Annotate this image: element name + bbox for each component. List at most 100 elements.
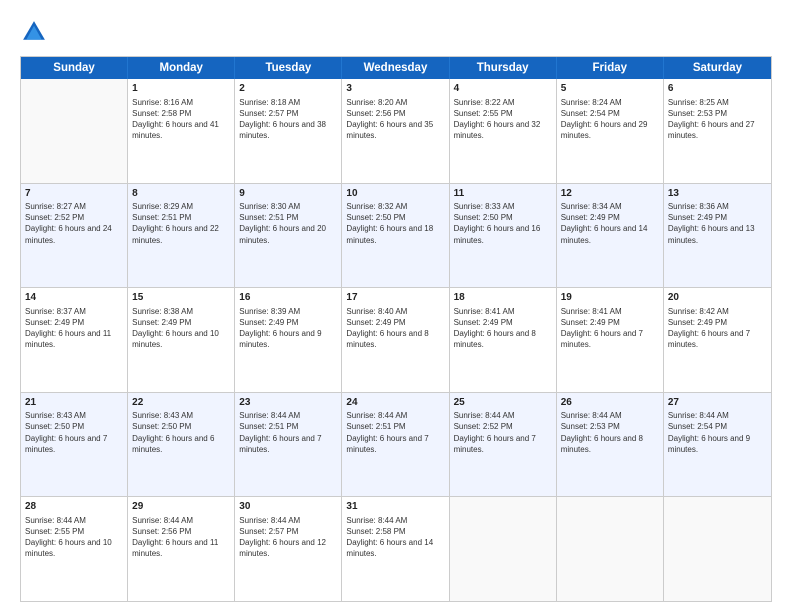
day-sun-info: Sunrise: 8:44 AM Sunset: 2:54 PM Dayligh…: [668, 410, 767, 455]
cal-cell-empty: [21, 79, 128, 183]
calendar-week-3: 14Sunrise: 8:37 AM Sunset: 2:49 PM Dayli…: [21, 288, 771, 393]
day-sun-info: Sunrise: 8:43 AM Sunset: 2:50 PM Dayligh…: [25, 410, 123, 455]
day-sun-info: Sunrise: 8:34 AM Sunset: 2:49 PM Dayligh…: [561, 201, 659, 246]
cal-cell-empty: [557, 497, 664, 601]
cal-cell-day-7: 7Sunrise: 8:27 AM Sunset: 2:52 PM Daylig…: [21, 184, 128, 288]
day-number: 17: [346, 291, 444, 305]
day-sun-info: Sunrise: 8:24 AM Sunset: 2:54 PM Dayligh…: [561, 97, 659, 142]
cal-cell-day-28: 28Sunrise: 8:44 AM Sunset: 2:55 PM Dayli…: [21, 497, 128, 601]
cal-cell-day-14: 14Sunrise: 8:37 AM Sunset: 2:49 PM Dayli…: [21, 288, 128, 392]
cal-cell-day-10: 10Sunrise: 8:32 AM Sunset: 2:50 PM Dayli…: [342, 184, 449, 288]
day-sun-info: Sunrise: 8:41 AM Sunset: 2:49 PM Dayligh…: [561, 306, 659, 351]
day-sun-info: Sunrise: 8:44 AM Sunset: 2:51 PM Dayligh…: [346, 410, 444, 455]
day-sun-info: Sunrise: 8:30 AM Sunset: 2:51 PM Dayligh…: [239, 201, 337, 246]
day-number: 30: [239, 500, 337, 514]
page: SundayMondayTuesdayWednesdayThursdayFrid…: [0, 0, 792, 612]
day-sun-info: Sunrise: 8:36 AM Sunset: 2:49 PM Dayligh…: [668, 201, 767, 246]
day-number: 18: [454, 291, 552, 305]
day-sun-info: Sunrise: 8:41 AM Sunset: 2:49 PM Dayligh…: [454, 306, 552, 351]
cal-cell-day-12: 12Sunrise: 8:34 AM Sunset: 2:49 PM Dayli…: [557, 184, 664, 288]
cal-cell-day-3: 3Sunrise: 8:20 AM Sunset: 2:56 PM Daylig…: [342, 79, 449, 183]
day-number: 24: [346, 396, 444, 410]
day-number: 12: [561, 187, 659, 201]
calendar-week-4: 21Sunrise: 8:43 AM Sunset: 2:50 PM Dayli…: [21, 393, 771, 498]
day-number: 2: [239, 82, 337, 96]
day-number: 15: [132, 291, 230, 305]
day-sun-info: Sunrise: 8:33 AM Sunset: 2:50 PM Dayligh…: [454, 201, 552, 246]
day-number: 3: [346, 82, 444, 96]
cal-cell-day-30: 30Sunrise: 8:44 AM Sunset: 2:57 PM Dayli…: [235, 497, 342, 601]
cal-cell-day-23: 23Sunrise: 8:44 AM Sunset: 2:51 PM Dayli…: [235, 393, 342, 497]
calendar-week-1: 1Sunrise: 8:16 AM Sunset: 2:58 PM Daylig…: [21, 79, 771, 184]
day-sun-info: Sunrise: 8:44 AM Sunset: 2:58 PM Dayligh…: [346, 515, 444, 560]
day-number: 26: [561, 396, 659, 410]
day-sun-info: Sunrise: 8:25 AM Sunset: 2:53 PM Dayligh…: [668, 97, 767, 142]
day-number: 5: [561, 82, 659, 96]
cal-cell-day-16: 16Sunrise: 8:39 AM Sunset: 2:49 PM Dayli…: [235, 288, 342, 392]
day-number: 27: [668, 396, 767, 410]
cal-cell-day-18: 18Sunrise: 8:41 AM Sunset: 2:49 PM Dayli…: [450, 288, 557, 392]
cal-cell-day-6: 6Sunrise: 8:25 AM Sunset: 2:53 PM Daylig…: [664, 79, 771, 183]
logo-icon: [20, 18, 48, 46]
day-number: 1: [132, 82, 230, 96]
day-number: 10: [346, 187, 444, 201]
day-header-saturday: Saturday: [664, 57, 771, 79]
cal-cell-day-26: 26Sunrise: 8:44 AM Sunset: 2:53 PM Dayli…: [557, 393, 664, 497]
day-number: 28: [25, 500, 123, 514]
calendar: SundayMondayTuesdayWednesdayThursdayFrid…: [20, 56, 772, 602]
cal-cell-day-19: 19Sunrise: 8:41 AM Sunset: 2:49 PM Dayli…: [557, 288, 664, 392]
day-sun-info: Sunrise: 8:37 AM Sunset: 2:49 PM Dayligh…: [25, 306, 123, 351]
day-sun-info: Sunrise: 8:16 AM Sunset: 2:58 PM Dayligh…: [132, 97, 230, 142]
day-header-tuesday: Tuesday: [235, 57, 342, 79]
day-sun-info: Sunrise: 8:44 AM Sunset: 2:53 PM Dayligh…: [561, 410, 659, 455]
day-sun-info: Sunrise: 8:42 AM Sunset: 2:49 PM Dayligh…: [668, 306, 767, 351]
cal-cell-day-20: 20Sunrise: 8:42 AM Sunset: 2:49 PM Dayli…: [664, 288, 771, 392]
cal-cell-day-9: 9Sunrise: 8:30 AM Sunset: 2:51 PM Daylig…: [235, 184, 342, 288]
day-sun-info: Sunrise: 8:39 AM Sunset: 2:49 PM Dayligh…: [239, 306, 337, 351]
cal-cell-day-31: 31Sunrise: 8:44 AM Sunset: 2:58 PM Dayli…: [342, 497, 449, 601]
day-number: 13: [668, 187, 767, 201]
day-number: 25: [454, 396, 552, 410]
day-sun-info: Sunrise: 8:40 AM Sunset: 2:49 PM Dayligh…: [346, 306, 444, 351]
logo: [20, 18, 52, 46]
cal-cell-day-17: 17Sunrise: 8:40 AM Sunset: 2:49 PM Dayli…: [342, 288, 449, 392]
cal-cell-day-24: 24Sunrise: 8:44 AM Sunset: 2:51 PM Dayli…: [342, 393, 449, 497]
day-sun-info: Sunrise: 8:27 AM Sunset: 2:52 PM Dayligh…: [25, 201, 123, 246]
day-number: 20: [668, 291, 767, 305]
cal-cell-day-25: 25Sunrise: 8:44 AM Sunset: 2:52 PM Dayli…: [450, 393, 557, 497]
day-sun-info: Sunrise: 8:44 AM Sunset: 2:51 PM Dayligh…: [239, 410, 337, 455]
day-number: 31: [346, 500, 444, 514]
day-sun-info: Sunrise: 8:22 AM Sunset: 2:55 PM Dayligh…: [454, 97, 552, 142]
day-number: 11: [454, 187, 552, 201]
day-number: 29: [132, 500, 230, 514]
day-number: 21: [25, 396, 123, 410]
day-number: 19: [561, 291, 659, 305]
day-number: 4: [454, 82, 552, 96]
day-number: 8: [132, 187, 230, 201]
day-number: 14: [25, 291, 123, 305]
day-header-thursday: Thursday: [450, 57, 557, 79]
calendar-week-5: 28Sunrise: 8:44 AM Sunset: 2:55 PM Dayli…: [21, 497, 771, 601]
calendar-week-2: 7Sunrise: 8:27 AM Sunset: 2:52 PM Daylig…: [21, 184, 771, 289]
day-sun-info: Sunrise: 8:43 AM Sunset: 2:50 PM Dayligh…: [132, 410, 230, 455]
day-sun-info: Sunrise: 8:38 AM Sunset: 2:49 PM Dayligh…: [132, 306, 230, 351]
day-number: 16: [239, 291, 337, 305]
cal-cell-day-2: 2Sunrise: 8:18 AM Sunset: 2:57 PM Daylig…: [235, 79, 342, 183]
cal-cell-day-1: 1Sunrise: 8:16 AM Sunset: 2:58 PM Daylig…: [128, 79, 235, 183]
day-header-friday: Friday: [557, 57, 664, 79]
cal-cell-day-13: 13Sunrise: 8:36 AM Sunset: 2:49 PM Dayli…: [664, 184, 771, 288]
day-sun-info: Sunrise: 8:29 AM Sunset: 2:51 PM Dayligh…: [132, 201, 230, 246]
cal-cell-day-22: 22Sunrise: 8:43 AM Sunset: 2:50 PM Dayli…: [128, 393, 235, 497]
day-sun-info: Sunrise: 8:44 AM Sunset: 2:56 PM Dayligh…: [132, 515, 230, 560]
calendar-header-row: SundayMondayTuesdayWednesdayThursdayFrid…: [21, 57, 771, 79]
day-number: 22: [132, 396, 230, 410]
cal-cell-day-27: 27Sunrise: 8:44 AM Sunset: 2:54 PM Dayli…: [664, 393, 771, 497]
cal-cell-day-8: 8Sunrise: 8:29 AM Sunset: 2:51 PM Daylig…: [128, 184, 235, 288]
cal-cell-day-15: 15Sunrise: 8:38 AM Sunset: 2:49 PM Dayli…: [128, 288, 235, 392]
day-header-sunday: Sunday: [21, 57, 128, 79]
day-sun-info: Sunrise: 8:18 AM Sunset: 2:57 PM Dayligh…: [239, 97, 337, 142]
day-header-monday: Monday: [128, 57, 235, 79]
day-sun-info: Sunrise: 8:44 AM Sunset: 2:52 PM Dayligh…: [454, 410, 552, 455]
cal-cell-empty: [450, 497, 557, 601]
day-number: 23: [239, 396, 337, 410]
